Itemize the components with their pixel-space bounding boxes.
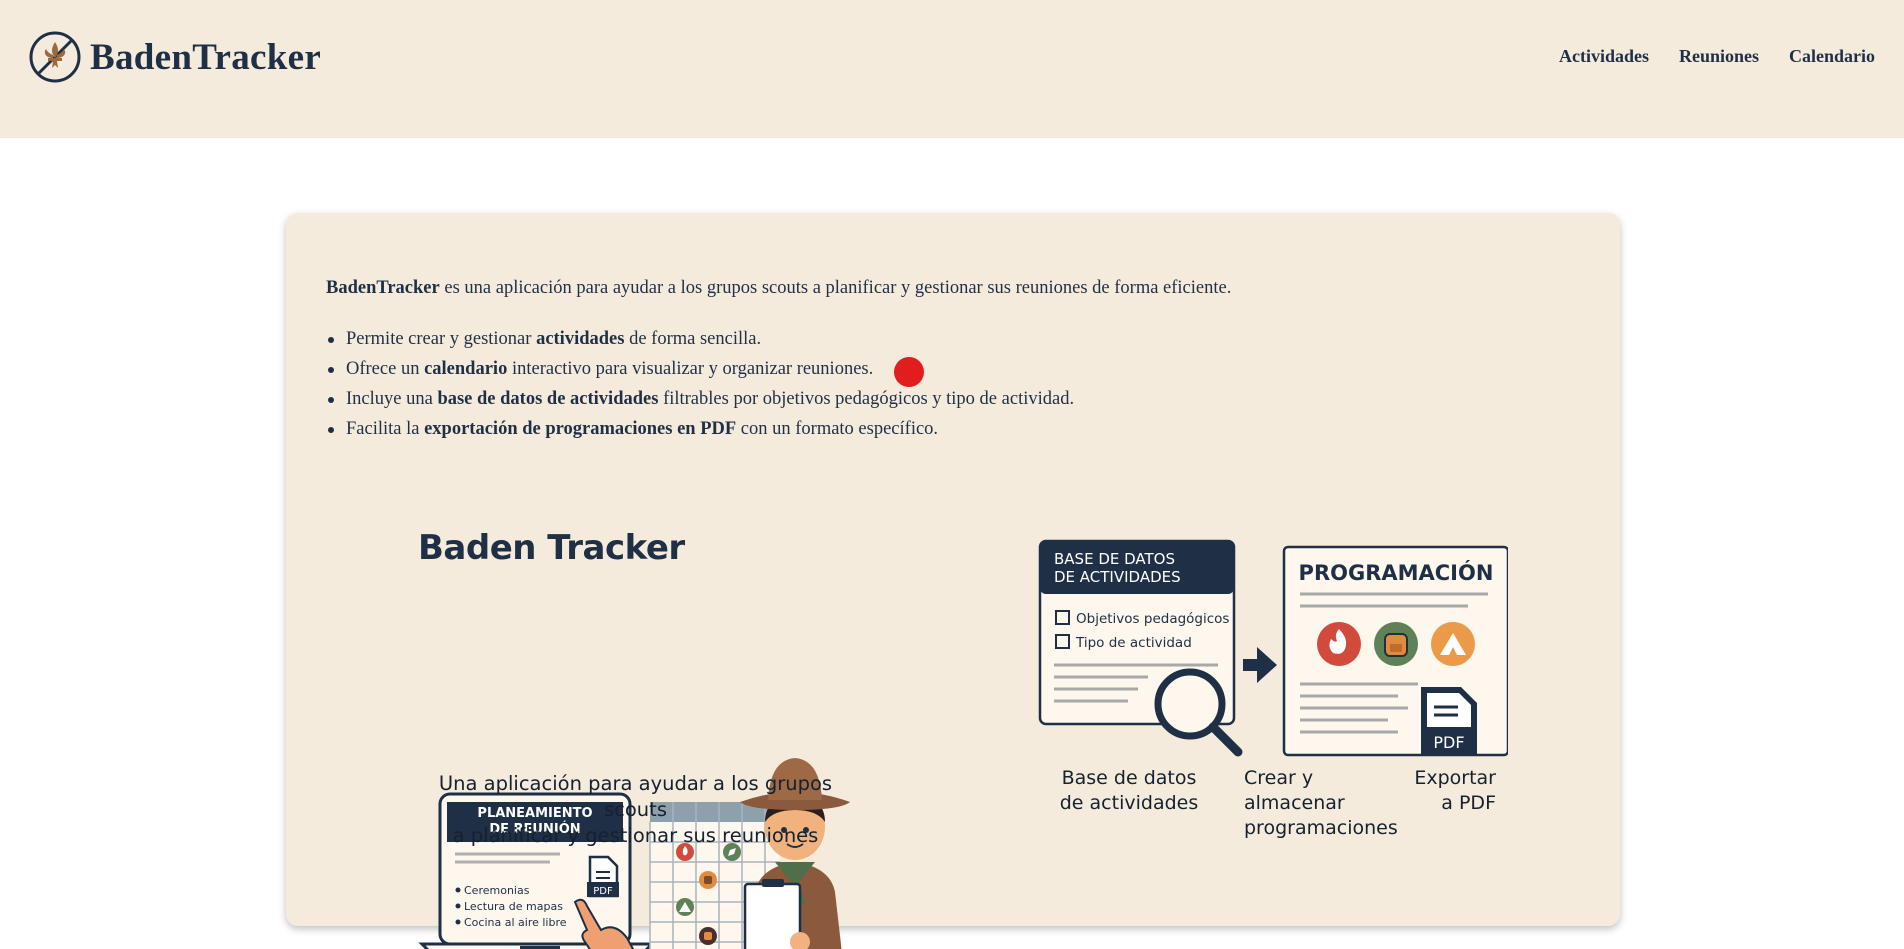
pdf-document-icon: PDF: [587, 855, 619, 898]
label-line: almacenar: [1244, 792, 1345, 814]
planning-illustration: PLANEAMIENTO DE REUNIÓN Ceremonias Lectu…: [418, 758, 850, 949]
label-line: programaciones: [1244, 817, 1398, 839]
feature-text: interactivo para visualizar y organizar …: [507, 359, 874, 379]
laptop-item: Cocina al aire libre: [464, 916, 567, 929]
nav-actividades[interactable]: Actividades: [1559, 46, 1649, 67]
feature-text: Permite crear y gestionar: [346, 329, 537, 349]
label-line: Base de datos: [1061, 767, 1197, 789]
db-header-line1: BASE DE DATOS: [1054, 550, 1175, 568]
site-header: BadenTracker Actividades Reuniones Calen…: [0, 0, 1904, 138]
laptop-item: Ceremonias: [464, 884, 530, 897]
feature-highlight: calendario: [424, 359, 508, 379]
fleur-de-lis-compass-icon: [29, 31, 81, 83]
label-database: Base de datos de actividades: [1054, 766, 1204, 816]
logo[interactable]: BadenTracker: [29, 31, 321, 83]
nav-calendario[interactable]: Calendario: [1789, 46, 1875, 67]
backpack-icon: [1374, 622, 1418, 666]
feature-item: Ofrece un calendario interactivo para vi…: [326, 354, 1074, 384]
feature-highlight: base de datos de actividades: [437, 389, 659, 409]
tent-icon: [1431, 622, 1475, 666]
pdf-label: PDF: [1433, 733, 1464, 752]
intro-paragraph: BadenTracker es una aplicación para ayud…: [326, 277, 1231, 299]
programacion-title: PROGRAMACIÓN: [1299, 560, 1494, 585]
feature-text: filtrables por objetivos pedagógicos y t…: [658, 389, 1075, 409]
feature-item: Permite crear y gestionar actividades de…: [326, 324, 1074, 354]
feature-highlight: exportación de programaciones en PDF: [424, 419, 737, 439]
workflow-illustration: BASE DE DATOS DE ACTIVIDADES Objetivos p…: [1038, 539, 1508, 757]
db-header-line2: DE ACTIVIDADES: [1054, 568, 1181, 586]
pdf-label: PDF: [593, 886, 613, 897]
feature-item: Incluye una base de datos de actividades…: [326, 384, 1074, 414]
db-filter-label: Tipo de actividad: [1075, 635, 1192, 651]
caption-line: a planificar y gestionar sus reuniones: [452, 824, 819, 847]
feature-item: Facilita la exportación de programacione…: [326, 414, 1074, 444]
arrow-right-icon: [1243, 647, 1277, 683]
cursor-indicator: [894, 357, 924, 387]
laptop-item: Lectura de mapas: [464, 900, 563, 913]
label-line: de actividades: [1059, 792, 1199, 814]
feature-highlight: actividades: [536, 329, 625, 349]
feature-text: Ofrece un: [346, 359, 425, 379]
main-nav: Actividades Reuniones Calendario: [1559, 46, 1875, 67]
label-line: a PDF: [1441, 792, 1496, 814]
label-line: Crear y: [1244, 767, 1314, 789]
illustration-caption: Una aplicación para ayudar a los grupos …: [418, 771, 853, 849]
label-export: Exportar a PDF: [1396, 766, 1496, 816]
label-line: Exportar: [1414, 767, 1496, 789]
feature-text: de forma sencilla.: [624, 329, 762, 349]
label-create: Crear y almacenar programaciones: [1244, 766, 1398, 841]
db-filter-label: Objetivos pedagógicos: [1076, 611, 1229, 627]
feature-list: Permite crear y gestionar actividades de…: [326, 324, 1074, 444]
about-card: BadenTracker es una aplicación para ayud…: [286, 213, 1620, 949]
feature-text: Facilita la: [346, 419, 425, 439]
intro-brand: BadenTracker: [326, 278, 440, 298]
nav-reuniones[interactable]: Reuniones: [1679, 46, 1759, 67]
app-name: BadenTracker: [90, 36, 322, 78]
feature-text: con un formato específico.: [736, 419, 939, 439]
pdf-document-icon: PDF: [1421, 687, 1477, 754]
feature-text: Incluye una: [346, 389, 438, 409]
fire-icon: [1317, 622, 1361, 666]
intro-text: es una aplicación para ayudar a los grup…: [439, 278, 1232, 298]
caption-line: Una aplicación para ayudar a los grupos …: [438, 772, 833, 821]
